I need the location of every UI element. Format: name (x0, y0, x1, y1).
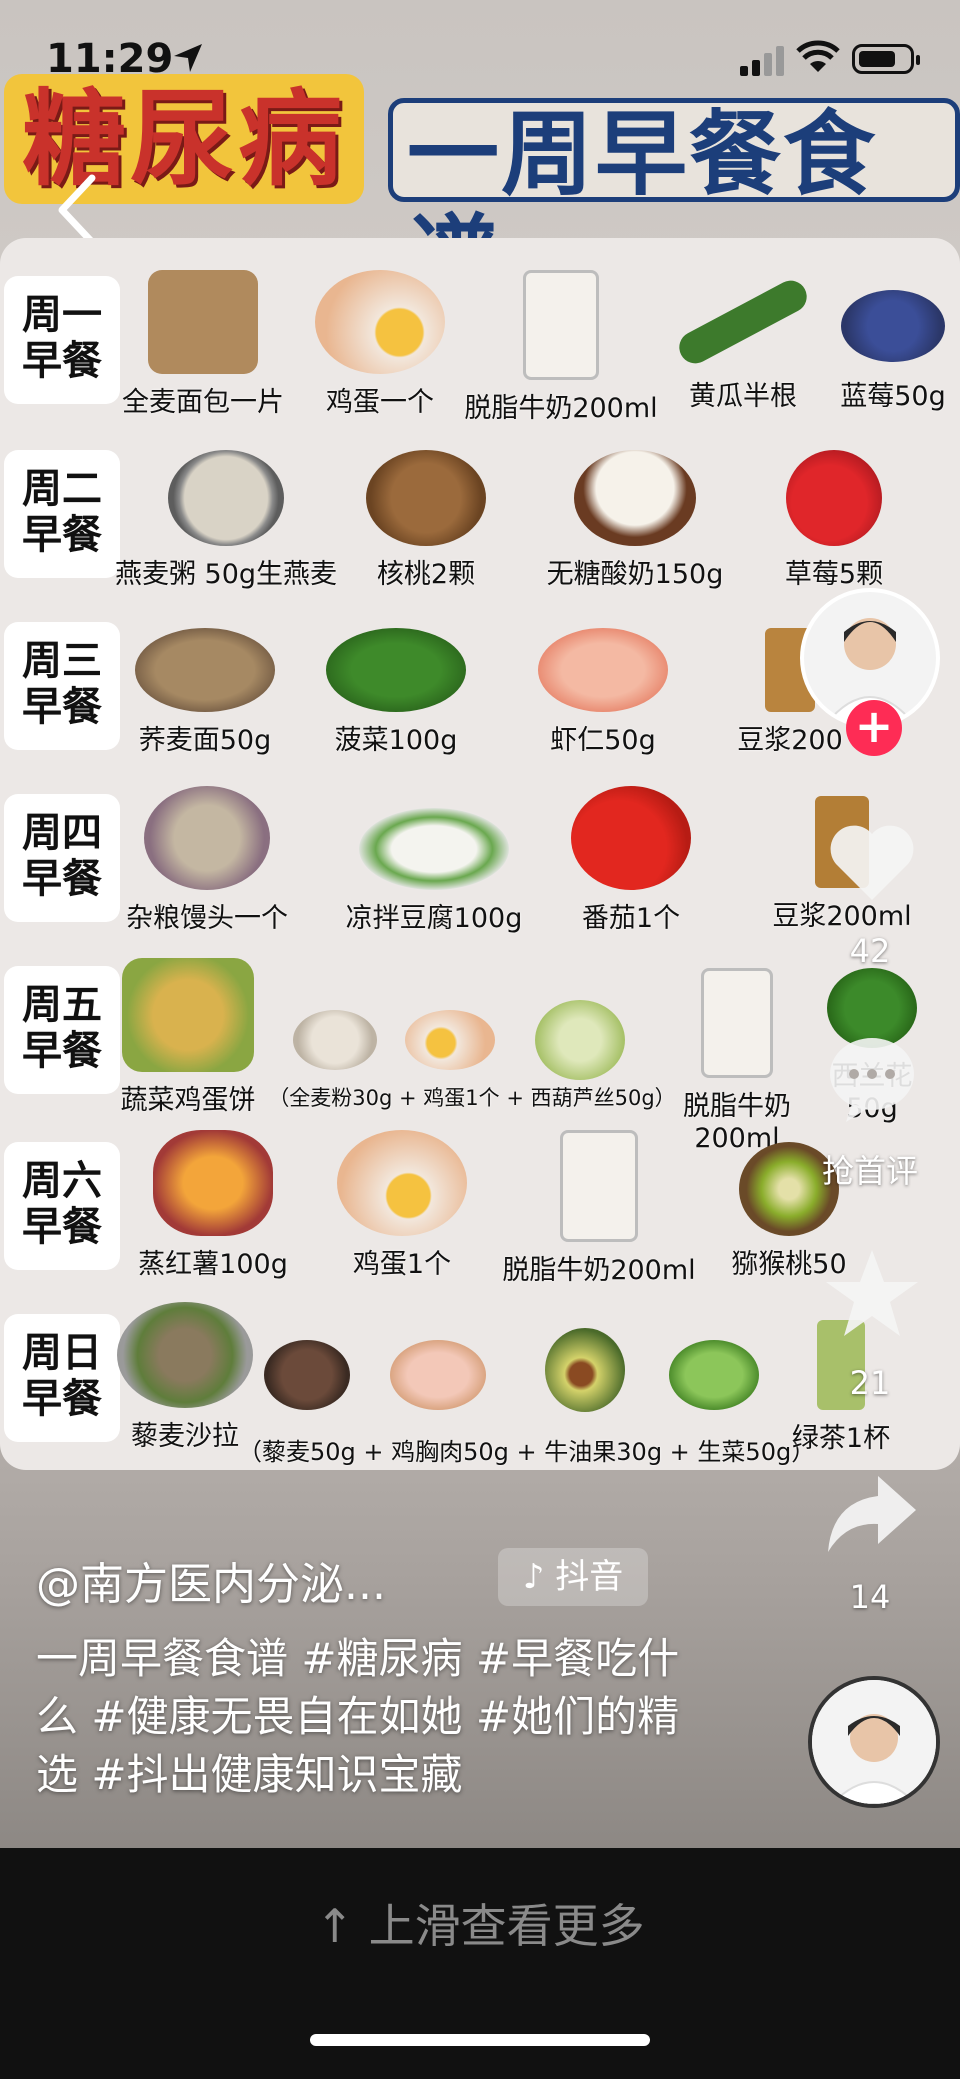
shrimp-image (538, 628, 668, 712)
comment-bubble-icon[interactable] (822, 1028, 922, 1128)
day-label: 周五 早餐 (4, 966, 120, 1094)
food-item: 虾仁50g (528, 628, 678, 757)
like-heart-icon[interactable] (822, 812, 922, 912)
day-label: 周三 早餐 (4, 622, 120, 750)
cucumber-image (673, 275, 813, 369)
milk-glass-image (560, 1130, 638, 1242)
bread-image (148, 270, 258, 374)
share-arrow-icon[interactable] (822, 1466, 922, 1566)
person-avatar-icon (812, 1680, 936, 1804)
spinach-image (326, 628, 466, 712)
milk-glass-image (701, 968, 773, 1078)
favorite-count: 21 (849, 1364, 891, 1402)
title-weekly-breakfast: 一周早餐食谱 (388, 98, 960, 311)
walnut-image (366, 450, 486, 546)
arrow-up-icon: ↑ (315, 1899, 354, 1953)
creator-username[interactable]: @南方医内分泌... (36, 1548, 386, 1612)
food-item: 鸡蛋一个 (300, 270, 460, 419)
steamed-bun-image (144, 786, 270, 890)
food-item: （藜麦50g + 鸡胸肉50g + 牛油果30g + 生菜50g） (238, 1438, 816, 1466)
day-label: 周二 早餐 (4, 450, 120, 578)
follow-plus-button[interactable]: + (846, 700, 902, 756)
food-item: （全麦粉30g + 鸡蛋1个 + 西葫芦丝50g） (268, 1086, 676, 1110)
music-disc-avatar[interactable] (808, 1676, 940, 1808)
day-label: 周六 早餐 (4, 1142, 120, 1270)
chicken-breast-image (390, 1340, 486, 1410)
food-item: 凉拌豆腐100g (334, 808, 534, 935)
food-item (530, 1000, 630, 1080)
food-item (540, 1328, 630, 1412)
tomato-image (571, 786, 691, 890)
food-item: 燕麦粥 50g生燕麦 (106, 450, 346, 591)
food-item: 草莓5颗 (764, 450, 904, 591)
food-item: 杂粮馒头一个 (112, 786, 302, 935)
food-item: 蒸红薯100g (128, 1130, 298, 1281)
blueberry-image (841, 290, 945, 362)
food-item: 蓝莓50g (828, 270, 958, 413)
food-item: 黄瓜半根 (668, 270, 818, 413)
food-item: 荞麦面50g (120, 628, 290, 757)
food-item: 核桃2颗 (356, 450, 496, 591)
quinoa-salad-image (117, 1302, 253, 1408)
food-item: 鸡蛋1个 (322, 1130, 482, 1281)
cellular-signal-icon (740, 46, 784, 76)
comment-label[interactable]: 抢首评 (800, 1146, 940, 1192)
egg-image (315, 270, 445, 374)
tofu-image (359, 808, 509, 890)
food-item: 全麦面包一片 (108, 270, 298, 419)
location-arrow-icon (174, 44, 202, 72)
food-item: 菠菜100g (316, 628, 476, 757)
avocado-image (545, 1328, 625, 1412)
day-label: 周四 早餐 (4, 794, 120, 922)
share-count: 14 (849, 1578, 891, 1616)
row-thursday: 周四 早餐 杂粮馒头一个 凉拌豆腐100g 番茄1个 豆浆200ml (0, 780, 960, 940)
oatmeal-image (168, 450, 284, 546)
swipe-up-more[interactable]: ↑ 上滑查看更多 (0, 1890, 960, 1956)
buckwheat-noodles-image (135, 628, 275, 712)
lettuce-image (669, 1340, 759, 1410)
video-caption[interactable]: 一周早餐食谱 #糖尿病 #早餐吃什么 #健康无畏自在如她 #她们的精选 #抖出健… (36, 1630, 696, 1804)
sweet-potato-image (153, 1130, 273, 1236)
day-label: 周一 早餐 (4, 276, 120, 404)
row-tuesday: 周二 早餐 燕麦粥 50g生燕麦 核桃2颗 无糖酸奶150g 草莓5颗 (0, 436, 960, 596)
food-item: 蔬菜鸡蛋饼 (108, 958, 268, 1117)
food-item: 番茄1个 (556, 786, 706, 935)
yogurt-image (574, 450, 696, 546)
food-item: 脱脂牛奶 200ml (672, 968, 802, 1154)
flour-image (293, 1010, 377, 1070)
row-monday: 周一 早餐 全麦面包一片 鸡蛋一个 脱脂牛奶200ml 黄瓜半根 蓝莓50g (0, 262, 960, 425)
home-indicator[interactable] (310, 2034, 650, 2046)
egg-image (337, 1130, 467, 1236)
vegetable-egg-pancake-image (122, 958, 254, 1072)
food-item (388, 1340, 488, 1410)
quinoa-image (264, 1340, 350, 1410)
egg-image (405, 1010, 495, 1070)
food-item: 无糖酸奶150g (530, 450, 740, 591)
food-item: 脱脂牛奶200ml (456, 270, 666, 425)
wifi-icon (796, 40, 840, 72)
day-label: 周日 早餐 (4, 1314, 120, 1442)
food-item (664, 1340, 764, 1410)
zucchini-image (535, 1000, 625, 1080)
food-item (262, 1340, 352, 1410)
battery-icon (852, 44, 920, 74)
food-item (400, 1010, 500, 1070)
douyin-badge: ♪ 抖音 (498, 1548, 648, 1606)
favorite-star-icon[interactable] (822, 1244, 922, 1344)
like-count: 42 (849, 932, 891, 970)
strawberry-image (786, 450, 882, 546)
food-item (290, 1010, 380, 1070)
food-item: 脱脂牛奶200ml (494, 1130, 704, 1287)
milk-glass-image (523, 270, 599, 380)
douyin-logo-icon: ♪ (522, 1557, 545, 1597)
row-friday: 周五 早餐 蔬菜鸡蛋饼 （全麦粉30g + 鸡蛋1个 + 西葫芦丝50g） 脱脂牛… (0, 952, 960, 1154)
